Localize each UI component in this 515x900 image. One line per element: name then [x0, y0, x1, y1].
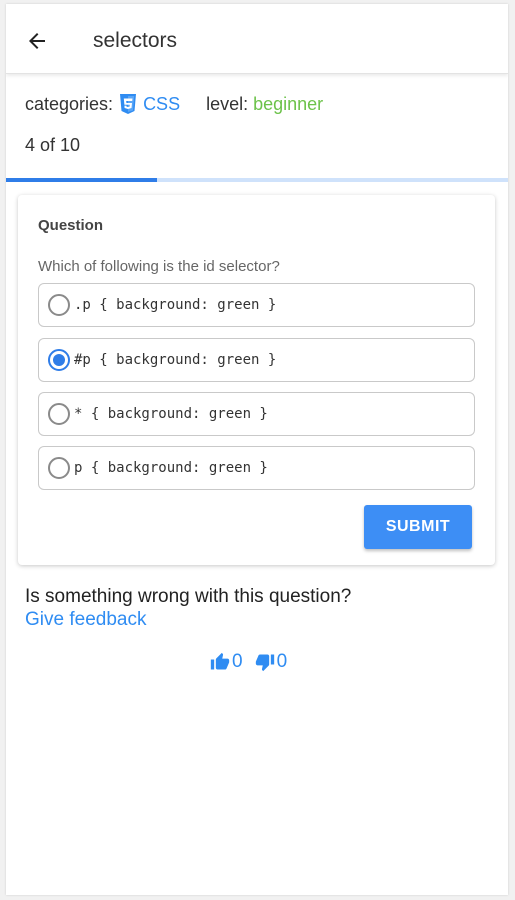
answer-option-label: p { background: green } [74, 460, 268, 476]
answer-option-label: * { background: green } [74, 406, 268, 422]
radio-button[interactable] [48, 294, 70, 316]
answer-option[interactable]: p { background: green } [38, 446, 475, 490]
progress-counter: 4 of 10 [25, 135, 81, 155]
thumbs-up-count: 0 [232, 651, 243, 672]
level-label: level: [206, 93, 249, 114]
progress-bar-fill [6, 178, 157, 182]
app-header: selectors [6, 4, 508, 74]
radio-button[interactable] [48, 457, 70, 479]
thumbs-up-button[interactable]: 0 [210, 651, 243, 673]
question-card: Question Which of following is the id se… [18, 195, 495, 565]
answer-option[interactable]: #p { background: green } [38, 338, 475, 382]
thumbs-down-button[interactable]: 0 [255, 651, 288, 673]
question-heading: Question [38, 217, 104, 234]
question-meta: categories: CSS level: beginner [25, 90, 323, 118]
thumbs-down-count: 0 [276, 651, 288, 672]
answer-option-label: #p { background: green } [74, 352, 277, 368]
css3-icon [119, 93, 137, 115]
thumbs-down-icon [255, 654, 274, 672]
categories-label: categories: [25, 93, 114, 114]
category-link[interactable]: CSS [143, 94, 180, 115]
vote-bar: 0 0 [210, 648, 287, 676]
thumbs-up-icon [210, 652, 230, 670]
submit-button[interactable]: SUBMIT [364, 505, 472, 549]
radio-button[interactable] [48, 349, 70, 371]
answer-option[interactable]: .p { background: green } [38, 283, 475, 327]
radio-button[interactable] [48, 403, 70, 425]
answer-option-label: .p { background: green } [74, 297, 277, 313]
arrow-left-icon [29, 33, 45, 49]
app-window: selectors categories: CSS level: beginne… [6, 4, 508, 895]
give-feedback-link[interactable]: Give feedback [25, 609, 146, 631]
level-value: beginner [253, 93, 324, 114]
page-title: selectors [93, 29, 178, 52]
back-button[interactable] [22, 26, 52, 56]
question-text: Which of following is the id selector? [38, 258, 280, 275]
feedback-prompt: Is something wrong with this question? [25, 586, 352, 607]
answer-option[interactable]: * { background: green } [38, 392, 475, 436]
progress-bar [6, 178, 508, 182]
